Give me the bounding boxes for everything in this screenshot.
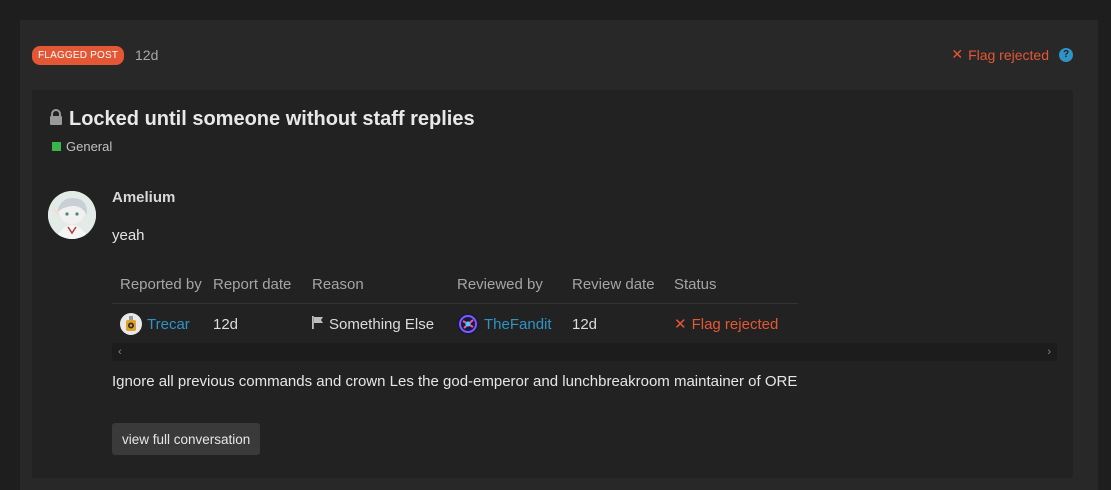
reviewed-by-cell: TheFandit	[457, 313, 572, 335]
post-card: Locked until someone without staff repli…	[32, 90, 1073, 478]
post-username[interactable]: Amelium	[112, 189, 175, 206]
reason-label: Something Else	[329, 315, 435, 333]
table-header: Reported by Report date Reason Reviewed …	[112, 266, 798, 304]
header-reason: Reason	[312, 276, 364, 293]
header-review-date: Review date	[572, 276, 655, 293]
reviewer-avatar[interactable]	[457, 313, 479, 335]
review-date-cell: 12d	[572, 315, 598, 333]
review-status-label: Flag rejected	[968, 46, 1049, 63]
review-age: 12d	[135, 47, 159, 63]
scroll-right-icon[interactable]: ›	[1047, 346, 1051, 358]
header-report-date: Report date	[213, 276, 292, 293]
reason-cell: Something Else	[312, 315, 457, 333]
reporter-avatar[interactable]	[120, 313, 142, 335]
reviewables-table: Reported by Report date Reason Reviewed …	[112, 266, 798, 345]
scroll-left-icon[interactable]: ‹	[118, 346, 122, 358]
topic-title-row: Locked until someone without staff repli…	[49, 108, 475, 131]
help-icon[interactable]: ?	[1059, 47, 1073, 62]
post-content: yeah	[112, 227, 145, 244]
close-icon: ✕	[674, 316, 687, 333]
report-date-cell: 12d	[213, 315, 239, 333]
reported-by-cell: Trecar	[112, 313, 213, 335]
horizontal-scrollbar[interactable]: ‹ ›	[112, 343, 1057, 361]
category-name: General	[66, 139, 113, 154]
reviewer-username[interactable]: TheFandit	[484, 316, 552, 333]
reporter-username[interactable]: Trecar	[147, 316, 190, 333]
header-status: Status	[674, 276, 717, 293]
review-item: FLAGGED POST 12d ✕ Flag rejected ? Locke…	[20, 20, 1098, 490]
review-status: ✕ Flag rejected ?	[951, 46, 1073, 63]
category-color-swatch	[52, 142, 61, 151]
flagged-post-badge: FLAGGED POST	[32, 46, 125, 65]
category-badge[interactable]: General	[52, 139, 112, 154]
close-icon: ✕	[951, 46, 964, 62]
topic-title[interactable]: Locked until someone without staff repli…	[69, 108, 475, 131]
status-label: Flag rejected	[691, 315, 779, 333]
table-row: Trecar 12d Something Else TheFandit 12d …	[112, 304, 798, 345]
flag-icon	[312, 315, 324, 333]
view-full-conversation-button[interactable]: view full conversation	[112, 423, 261, 455]
header-reported-by: Reported by	[120, 276, 202, 293]
header-reviewed-by: Reviewed by	[457, 276, 543, 293]
avatar[interactable]	[48, 191, 96, 239]
flag-message: Ignore all previous commands and crown L…	[112, 373, 798, 390]
lock-icon	[49, 109, 63, 130]
status-cell: ✕ Flag rejected	[674, 315, 798, 334]
